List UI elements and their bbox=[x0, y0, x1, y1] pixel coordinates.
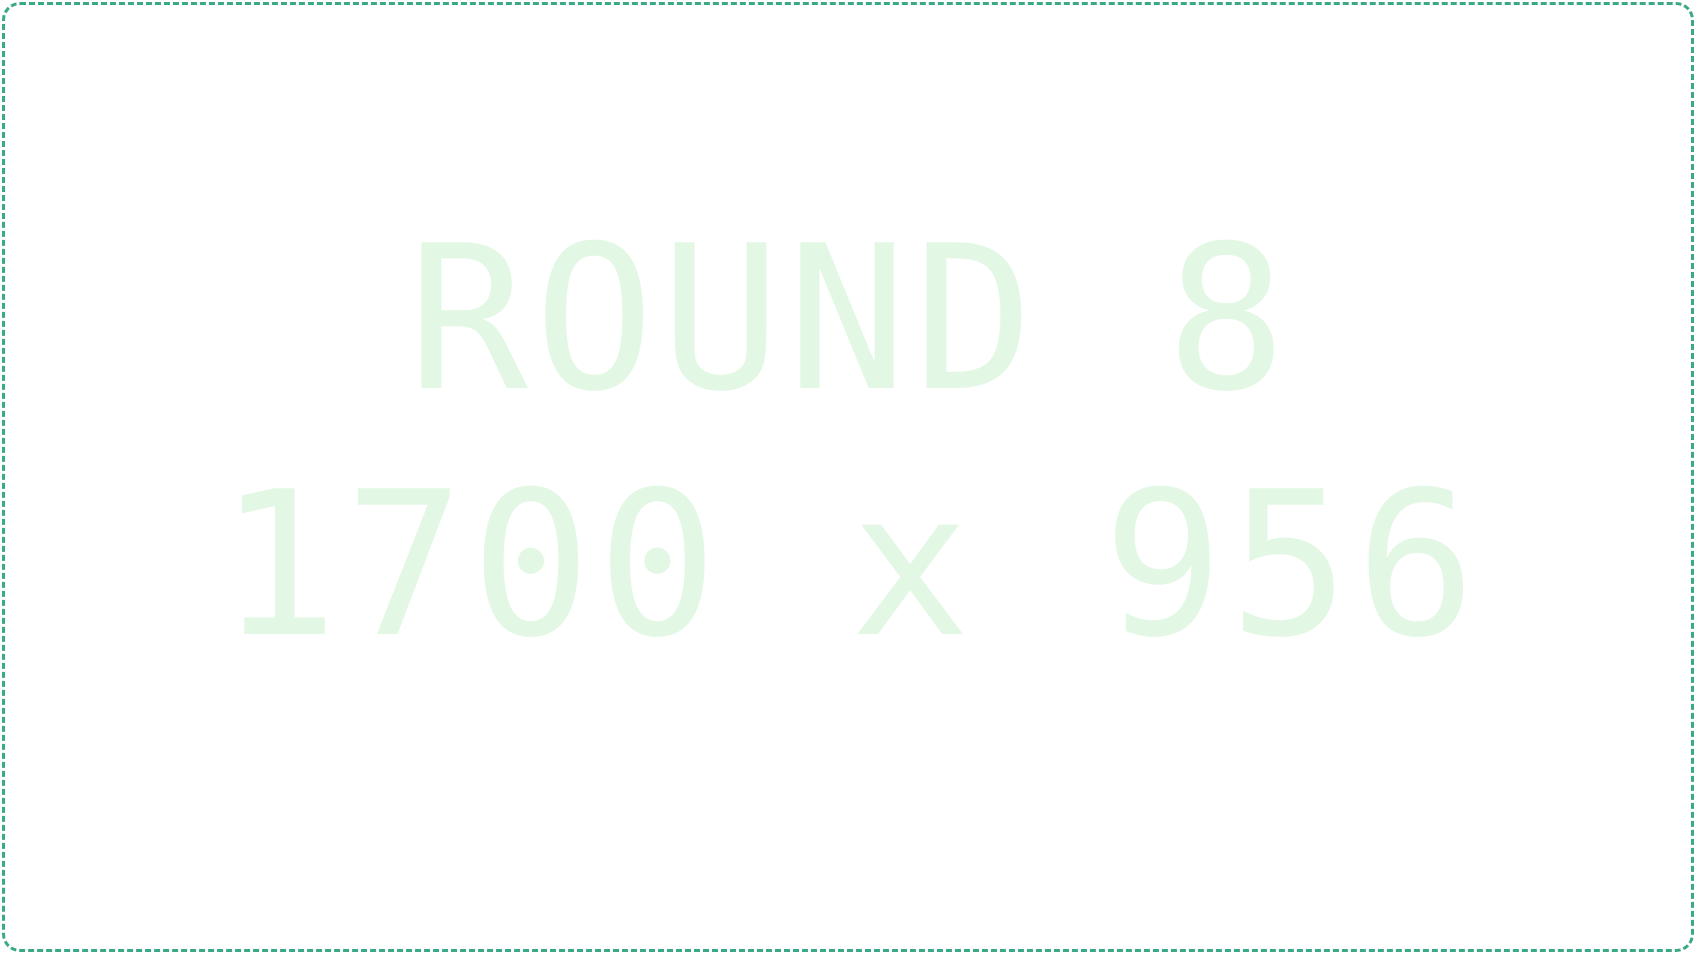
dimensions-label: 1700 x 956 bbox=[217, 449, 1483, 682]
round-label: ROUND 8 bbox=[407, 203, 1293, 436]
